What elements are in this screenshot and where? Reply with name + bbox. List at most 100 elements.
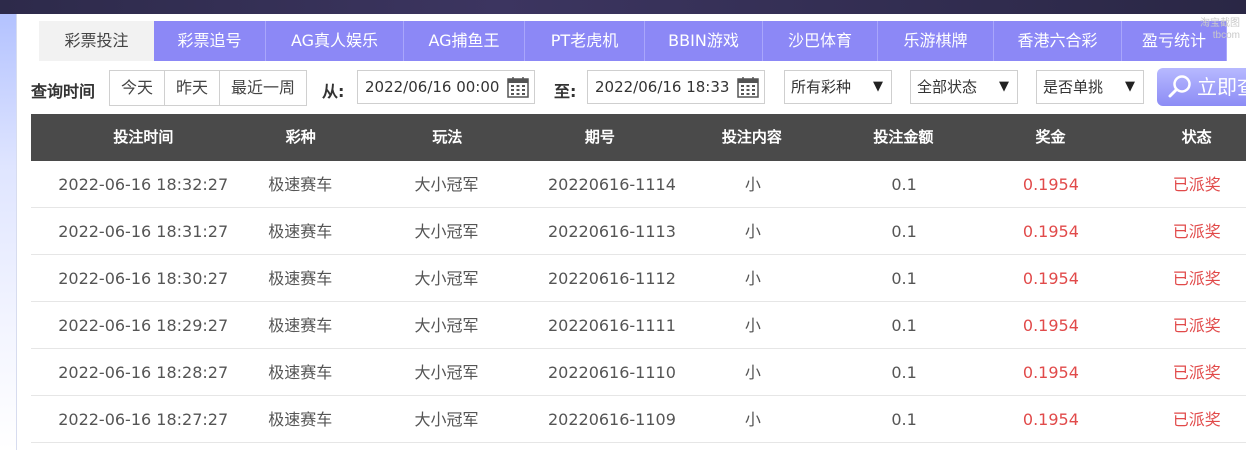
tab-ag-fishing[interactable]: AG捕鱼王 <box>404 21 525 61</box>
tab-pt-slots[interactable]: PT老虎机 <box>525 21 645 61</box>
status-select[interactable]: 全部状态 ▼ <box>910 70 1018 104</box>
tab-bbin-games[interactable]: BBIN游戏 <box>645 21 763 61</box>
bet-content-cell: 小 <box>744 410 761 429</box>
table-row: 2022-06-16 18:29:27 极速赛车 大小冠军 20220616-1… <box>31 302 1246 349</box>
bet-time-cell: 2022-06-16 18:29:27 <box>58 316 229 335</box>
status-cell: 已派奖 <box>1172 175 1221 194</box>
calendar-icon[interactable] <box>507 76 529 98</box>
column-header: 期号 <box>584 128 615 146</box>
bet-time-cell: 2022-06-16 18:27:27 <box>58 410 229 429</box>
play-type-cell: 大小冠军 <box>414 363 479 382</box>
tab-saba-sports[interactable]: 沙巴体育 <box>763 21 878 61</box>
bet-amount-cell: 0.1 <box>891 363 917 382</box>
lottery-cell: 极速赛车 <box>268 175 333 194</box>
lottery-cell: 极速赛车 <box>268 410 333 429</box>
bet-time-cell: 2022-06-16 18:28:27 <box>58 363 229 382</box>
prize-cell: 0.1954 <box>1022 363 1079 382</box>
column-header: 投注金额 <box>873 128 934 146</box>
lottery-cell: 极速赛车 <box>268 363 333 382</box>
status-cell: 已派奖 <box>1172 222 1221 241</box>
bet-time-cell: 2022-06-16 18:31:27 <box>58 222 229 241</box>
search-icon <box>1168 75 1191 98</box>
top-banner <box>0 0 1246 14</box>
bet-content-cell: 小 <box>744 316 761 335</box>
lottery-type-select[interactable]: 所有彩种 ▼ <box>784 70 892 104</box>
bet-time-cell: 2022-06-16 18:32:27 <box>58 175 229 194</box>
column-header: 奖金 <box>1035 128 1066 146</box>
status-cell: 已派奖 <box>1172 410 1221 429</box>
table-row: 2022-06-16 18:31:27 极速赛车 大小冠军 20220616-1… <box>31 208 1246 255</box>
watermark-line2: tbcom <box>1212 30 1240 41</box>
query-time-label: 查询时间 <box>31 82 96 101</box>
column-header: 彩种 <box>285 128 316 146</box>
column-header: 投注内容 <box>721 128 782 146</box>
dropdown-arrow-icon: ▼ <box>873 79 883 94</box>
search-button[interactable]: 立即查询 <box>1157 68 1246 106</box>
category-tabs: 彩票投注 彩票追号 AG真人娱乐 AG捕鱼王 PT老虎机 BBIN游戏 沙巴体育… <box>39 21 1227 61</box>
play-type-cell: 大小冠军 <box>414 175 479 194</box>
bet-content-cell: 小 <box>744 363 761 382</box>
quick-range-group: 今天 昨天 最近一周 <box>109 70 308 106</box>
column-header: 状态 <box>1181 128 1212 146</box>
status-cell: 已派奖 <box>1172 269 1221 288</box>
tab-hk-mark-six[interactable]: 香港六合彩 <box>994 21 1122 61</box>
bet-content-cell: 小 <box>744 175 761 194</box>
issue-cell: 20220616-1114 <box>547 175 676 194</box>
bet-amount-cell: 0.1 <box>891 410 917 429</box>
from-label: 从: <box>322 82 345 101</box>
watermark-line1: 淘宝截图 <box>1200 18 1240 29</box>
filter-bar: 查询时间 今天 昨天 最近一周 从: 至: <box>17 68 1246 108</box>
prize-cell: 0.1954 <box>1022 222 1079 241</box>
issue-cell: 20220616-1110 <box>547 363 676 382</box>
prize-cell: 0.1954 <box>1022 175 1079 194</box>
bet-amount-cell: 0.1 <box>891 175 917 194</box>
to-date-input[interactable] <box>595 78 735 96</box>
to-label: 至: <box>554 82 577 101</box>
prize-cell: 0.1954 <box>1022 269 1079 288</box>
column-header: 玩法 <box>432 128 463 146</box>
from-date-field[interactable] <box>357 70 535 104</box>
issue-cell: 20220616-1112 <box>547 269 676 288</box>
from-date-input[interactable] <box>365 78 505 96</box>
yesterday-button[interactable]: 昨天 <box>165 71 221 105</box>
bet-content-cell: 小 <box>744 269 761 288</box>
to-date-field[interactable] <box>587 70 765 104</box>
bet-records-panel: 彩票投注 彩票追号 AG真人娱乐 AG捕鱼王 PT老虎机 BBIN游戏 沙巴体育… <box>17 14 1246 450</box>
prize-cell: 0.1954 <box>1022 410 1079 429</box>
tab-lottery-chase[interactable]: 彩票追号 <box>154 21 266 61</box>
play-type-cell: 大小冠军 <box>414 222 479 241</box>
calendar-icon[interactable] <box>737 76 759 98</box>
table-row: 2022-06-16 18:30:27 极速赛车 大小冠军 20220616-1… <box>31 255 1246 302</box>
watermark: 淘宝截图 tbcom <box>1200 18 1240 42</box>
bet-time-cell: 2022-06-16 18:30:27 <box>58 269 229 288</box>
status-value: 全部状态 <box>917 78 978 96</box>
play-type-cell: 大小冠军 <box>414 410 479 429</box>
issue-cell: 20220616-1111 <box>547 316 676 335</box>
bet-amount-cell: 0.1 <box>891 269 917 288</box>
last-week-button[interactable]: 最近一周 <box>220 71 306 105</box>
bet-amount-cell: 0.1 <box>891 316 917 335</box>
bet-amount-cell: 0.1 <box>891 222 917 241</box>
search-button-label: 立即查询 <box>1197 75 1246 99</box>
single-pick-select[interactable]: 是否单挑 ▼ <box>1036 70 1144 104</box>
lottery-cell: 极速赛车 <box>268 269 333 288</box>
tab-lottery-bet[interactable]: 彩票投注 <box>39 21 154 61</box>
dropdown-arrow-icon: ▼ <box>1125 79 1135 94</box>
lottery-type-value: 所有彩种 <box>791 78 852 96</box>
tab-ag-live[interactable]: AG真人娱乐 <box>266 21 404 61</box>
today-button[interactable]: 今天 <box>110 71 166 105</box>
bet-records-table: 投注时间 彩种 玩法 期号 投注内容 投注金额 奖金 状态 2022-06-16… <box>31 114 1246 443</box>
left-rail <box>0 14 17 450</box>
issue-cell: 20220616-1113 <box>547 222 676 241</box>
bet-content-cell: 小 <box>744 222 761 241</box>
table-row: 2022-06-16 18:32:27 极速赛车 大小冠军 20220616-1… <box>31 161 1246 208</box>
tab-leyou-chess[interactable]: 乐游棋牌 <box>878 21 994 61</box>
column-header: 投注时间 <box>113 128 174 146</box>
table-header: 投注时间 彩种 玩法 期号 投注内容 投注金额 奖金 状态 <box>31 114 1246 161</box>
play-type-cell: 大小冠军 <box>414 269 479 288</box>
status-cell: 已派奖 <box>1172 363 1221 382</box>
table-row: 2022-06-16 18:27:27 极速赛车 大小冠军 20220616-1… <box>31 396 1246 443</box>
prize-cell: 0.1954 <box>1022 316 1079 335</box>
lottery-cell: 极速赛车 <box>268 316 333 335</box>
dropdown-arrow-icon: ▼ <box>999 79 1009 94</box>
